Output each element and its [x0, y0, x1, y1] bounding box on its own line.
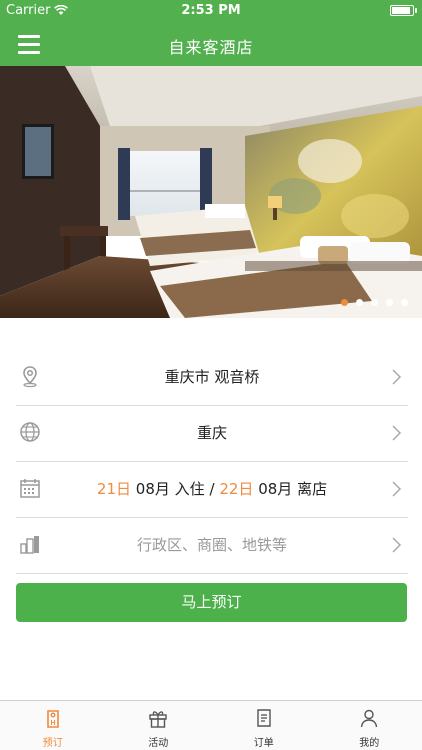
chevron-right-icon	[392, 369, 402, 385]
chevron-right-icon	[392, 481, 402, 497]
battery-icon	[390, 5, 417, 16]
status-time: 2:53 PM	[181, 3, 241, 18]
order-list-icon	[257, 709, 271, 727]
tab-label: 我的	[359, 738, 380, 749]
tab-orders[interactable]: 订单	[211, 701, 317, 750]
chevron-right-icon	[392, 425, 402, 441]
carousel-dot-1[interactable]	[341, 299, 348, 306]
carousel-dot-4[interactable]	[386, 299, 393, 306]
checkout-day: 22日	[219, 480, 254, 498]
tab-profile[interactable]: 我的	[317, 701, 422, 750]
tab-booking[interactable]: H 预订	[0, 701, 106, 750]
tab-activities[interactable]: 活动	[106, 701, 212, 750]
buildings-icon	[20, 536, 39, 554]
bottom-tab-bar: H 预订 活动 订单 我的	[0, 700, 422, 750]
chevron-right-icon	[392, 537, 402, 553]
calendar-icon	[20, 479, 40, 498]
hotel-banner-carousel[interactable]	[0, 66, 422, 318]
page-title: 自来客酒店	[168, 38, 254, 57]
gift-icon	[149, 711, 167, 728]
location-row[interactable]: 重庆市 观音桥	[16, 350, 408, 406]
date-row[interactable]: 21日 08月 入住 / 22日 08月 离店	[16, 462, 408, 518]
carousel-dot-2[interactable]	[356, 299, 363, 306]
carousel-dot-5[interactable]	[401, 299, 408, 306]
checkin-month: 08月	[135, 480, 170, 498]
date-separator: /	[209, 480, 215, 498]
carousel-indicator	[341, 299, 408, 306]
user-icon	[361, 709, 378, 728]
carousel-dot-3[interactable]	[371, 299, 378, 306]
tab-label: 订单	[253, 738, 274, 749]
status-bar: Carrier 2:53 PM	[0, 0, 422, 22]
globe-icon	[20, 422, 40, 442]
location-value: 重庆市 观音桥	[164, 368, 260, 386]
location-pin-icon	[23, 366, 37, 388]
hotel-room-image	[0, 66, 422, 318]
checkout-month: 08月	[258, 480, 293, 498]
city-row[interactable]: 重庆	[16, 406, 408, 462]
tab-label: 活动	[148, 738, 169, 749]
tab-label: 预订	[42, 738, 63, 749]
app-screen: Carrier 2:53 PM 自来客酒店 重庆市 观音桥 重庆 21日 08月…	[0, 0, 422, 750]
search-form: 重庆市 观音桥 重庆 21日 08月 入住 / 22日 08月 离店 行政区、商…	[16, 350, 408, 574]
checkin-day: 21日	[96, 480, 132, 498]
svg-text:H: H	[50, 720, 55, 727]
city-value: 重庆	[196, 424, 227, 442]
book-now-button[interactable]: 马上预订	[16, 583, 407, 622]
checkout-label: 离店	[297, 480, 328, 498]
nav-bar: 自来客酒店	[0, 22, 422, 66]
district-row[interactable]: 行政区、商圈、地铁等	[16, 518, 408, 574]
checkin-label: 入住	[174, 480, 205, 498]
district-input[interactable]: 行政区、商圈、地铁等	[46, 534, 378, 555]
hotel-door-icon: H	[46, 710, 59, 728]
date-range: 21日 08月 入住 / 22日 08月 离店	[46, 478, 378, 499]
